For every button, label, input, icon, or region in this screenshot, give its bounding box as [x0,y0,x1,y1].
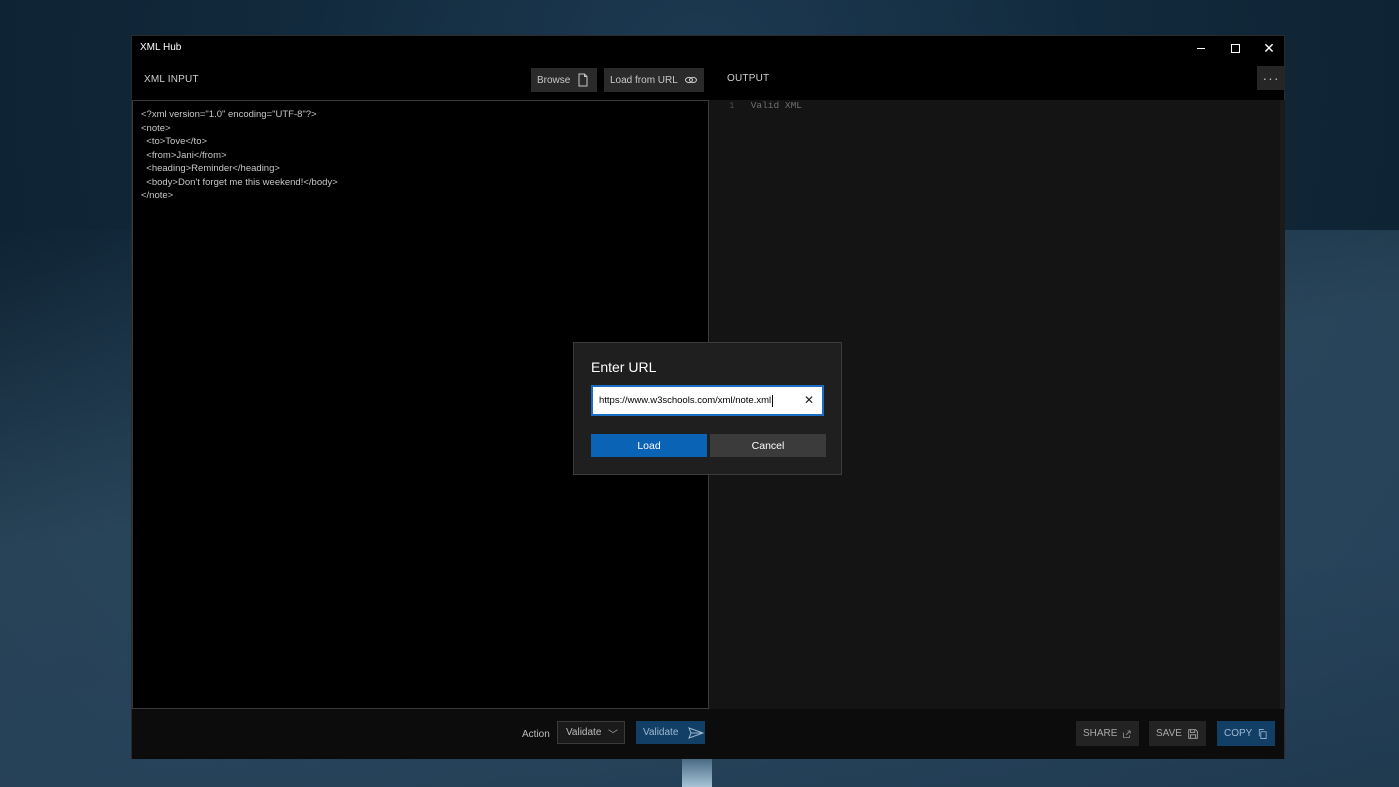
enter-url-dialog: Enter URL https://www.w3schools.com/xml/… [573,342,842,475]
clear-icon[interactable]: ✕ [804,393,814,407]
modal-overlay: Enter URL https://www.w3schools.com/xml/… [0,0,1399,787]
url-input-value: https://www.w3schools.com/xml/note.xml [599,395,772,406]
load-button[interactable]: Load [591,434,707,457]
url-input[interactable]: https://www.w3schools.com/xml/note.xml ✕ [591,385,824,416]
text-caret [772,394,774,407]
cancel-button[interactable]: Cancel [710,434,826,457]
dialog-title: Enter URL [591,359,657,375]
